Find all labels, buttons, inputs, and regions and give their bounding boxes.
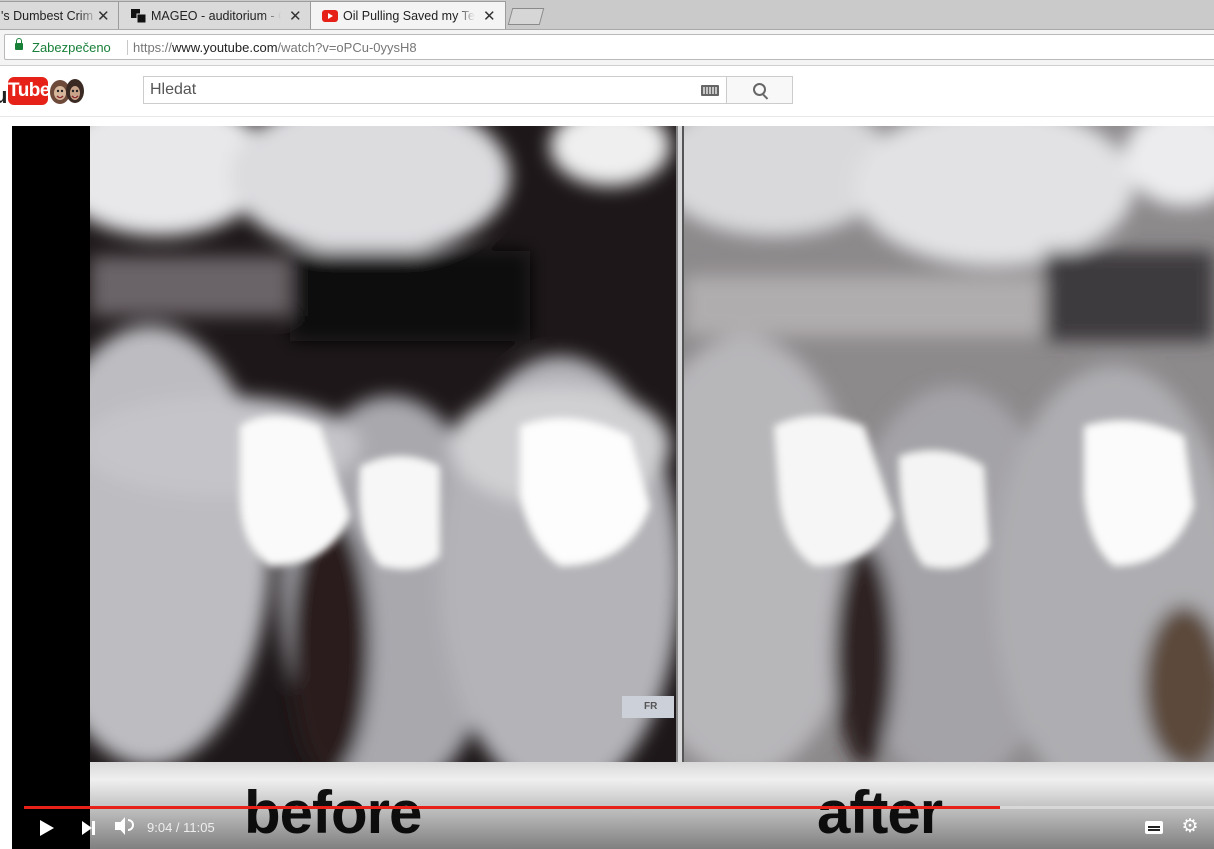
next-icon[interactable]	[82, 821, 95, 835]
mageo-favicon-icon	[131, 9, 147, 23]
keyboard-icon[interactable]	[701, 85, 719, 96]
url-path: /watch?v=oPCu-0yysH8	[277, 40, 417, 55]
address-bar-row: Zabezpečeno https://www.youtube.com/watc…	[0, 30, 1214, 66]
xray-before-image	[90, 126, 676, 762]
play-icon[interactable]	[40, 820, 54, 836]
url-scheme: https://	[133, 40, 173, 55]
image-divider	[676, 126, 684, 762]
browser-tab-strip: 's Dumbest Crim ✕ MAGEO - auditorium - C…	[0, 0, 1214, 30]
youtube-favicon-icon	[322, 10, 338, 22]
player-controls: 9:04 / 11:05 ⚙	[12, 812, 1214, 844]
url-host: www.youtube.com	[172, 40, 278, 55]
search-button[interactable]	[726, 76, 793, 104]
progress-bar[interactable]	[24, 806, 1214, 809]
lock-icon	[15, 38, 23, 50]
tab-oil-pulling[interactable]: Oil Pulling Saved my Tee ✕	[310, 1, 506, 29]
new-tab-button[interactable]	[507, 8, 545, 25]
tab-dumbest-crim[interactable]: 's Dumbest Crim ✕	[0, 1, 120, 29]
tab-mageo[interactable]: MAGEO - auditorium - C ✕	[118, 1, 312, 29]
secure-label: Zabezpečeno	[32, 40, 111, 55]
corner-label: FR	[622, 696, 674, 718]
video-player[interactable]: FR	[12, 126, 1214, 849]
address-bar[interactable]: Zabezpečeno https://www.youtube.com/watc…	[4, 34, 1214, 60]
tab-title: MAGEO - auditorium - C	[151, 9, 281, 23]
search-input[interactable]	[144, 77, 706, 103]
youtube-header: u Tube	[0, 66, 1214, 117]
divider	[127, 40, 128, 55]
tab-close-icon[interactable]: ✕	[97, 7, 110, 25]
tab-close-icon[interactable]: ✕	[289, 7, 302, 25]
url-text[interactable]: https://www.youtube.com/watch?v=oPCu-0yy…	[133, 40, 417, 55]
tab-title: Oil Pulling Saved my Tee	[343, 9, 475, 23]
tab-close-icon[interactable]: ✕	[483, 7, 496, 25]
volume-icon[interactable]	[115, 817, 134, 835]
search-icon	[753, 83, 766, 96]
subtitles-icon[interactable]	[1145, 821, 1163, 834]
doodle-faces-icon[interactable]	[49, 76, 85, 106]
progress-played	[24, 806, 1000, 809]
time-display: 9:04 / 11:05	[147, 820, 215, 835]
gear-icon[interactable]: ⚙	[1181, 817, 1199, 836]
xray-after-image	[684, 126, 1214, 762]
tab-title: 's Dumbest Crim	[1, 9, 97, 23]
youtube-logo[interactable]: Tube	[8, 77, 50, 105]
search-box	[143, 76, 727, 104]
youtube-logo-text[interactable]: u	[0, 83, 7, 109]
